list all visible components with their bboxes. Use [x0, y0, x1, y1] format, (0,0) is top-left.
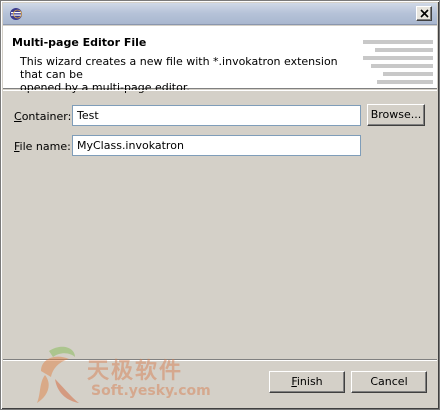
- watermark-url-text: Soft.yesky.com: [91, 383, 211, 399]
- wizard-banner-graphic-icon: [363, 40, 433, 84]
- wizard-dialog: Multi-page Editor File This wizard creat…: [0, 0, 440, 410]
- wizard-description-line1: This wizard creates a new file with *.in…: [20, 55, 338, 81]
- wizard-header: Multi-page Editor File This wizard creat…: [3, 26, 437, 94]
- container-input[interactable]: Test: [72, 105, 361, 126]
- close-icon: [420, 9, 429, 18]
- wizard-description: This wizard creates a new file with *.in…: [20, 55, 360, 94]
- watermark-chinese-text: 天极软件: [87, 359, 184, 384]
- cancel-button[interactable]: Cancel: [351, 371, 427, 393]
- header-separator: [3, 90, 437, 91]
- filename-input[interactable]: MyClass.invokatron: [72, 135, 361, 156]
- title-bar[interactable]: [3, 3, 437, 25]
- wizard-description-line2: opened by a multi-page editor.: [20, 81, 190, 94]
- wizard-title: Multi-page Editor File: [12, 36, 147, 49]
- browse-button[interactable]: Browse...: [367, 104, 425, 126]
- container-label: Container:: [14, 110, 72, 123]
- close-button[interactable]: [416, 6, 432, 21]
- filename-label: File name:: [14, 140, 71, 153]
- finish-button[interactable]: Finish: [269, 371, 345, 393]
- eclipse-icon: [9, 7, 23, 21]
